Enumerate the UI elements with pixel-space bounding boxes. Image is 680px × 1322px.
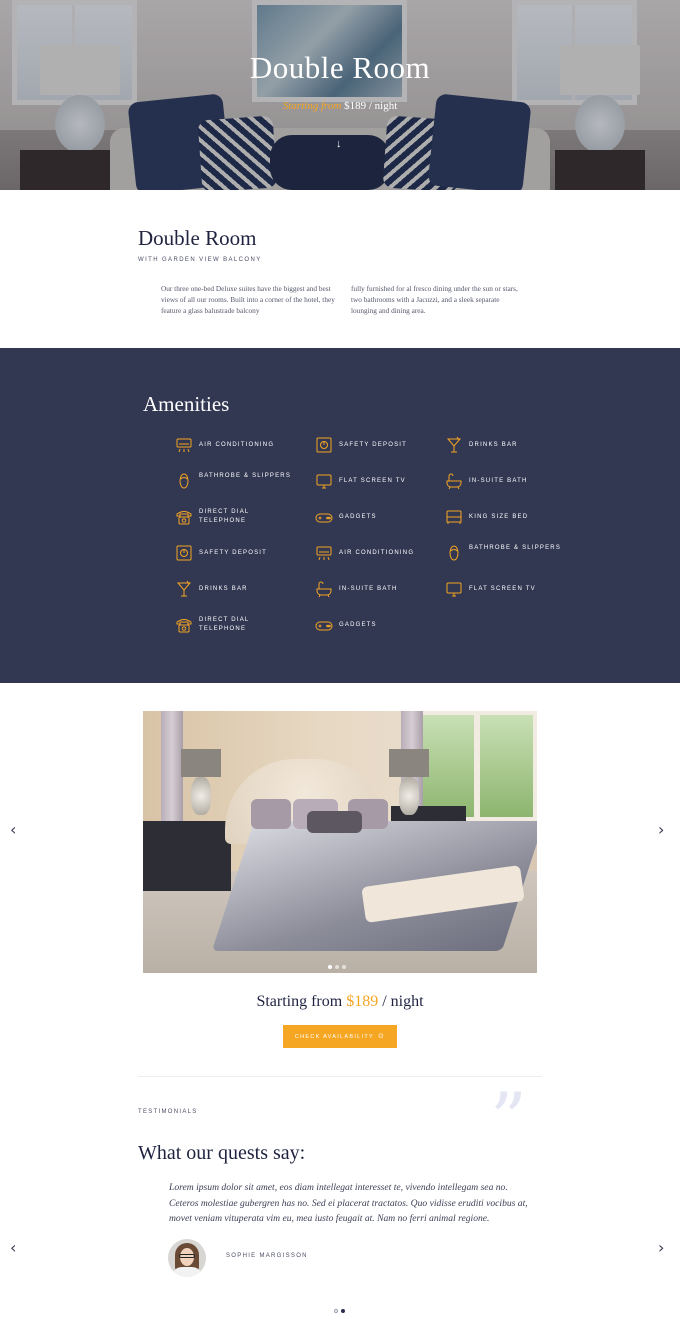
amenity-label: DIRECT DIAL TELEPHONE bbox=[199, 617, 250, 632]
dresser-image bbox=[143, 821, 231, 891]
amenity-item: DRINKS BAR bbox=[175, 580, 305, 604]
hero-price: $189 / night bbox=[344, 100, 398, 112]
hero-subtitle-prefix: Starting from bbox=[282, 100, 345, 112]
amenity-label: BATHROBE & SLIPPERS bbox=[199, 473, 292, 479]
chevron-right-icon[interactable]: › bbox=[658, 1240, 664, 1256]
cocktail-icon bbox=[176, 580, 192, 597]
amenity-item: AIR CONDITIONING bbox=[315, 544, 445, 568]
amenity-item: KING SIZE BED bbox=[445, 508, 575, 532]
testimonial-dot[interactable] bbox=[341, 1309, 345, 1313]
tv-icon bbox=[316, 474, 332, 489]
amenity-label: IN-SUITE BATH bbox=[339, 586, 398, 592]
room-description-col-1: Our three one-bed Deluxe suites have the… bbox=[161, 284, 335, 315]
hero-banner: Double Room Starting from $189 / night ↓ bbox=[0, 0, 680, 190]
testimonial-author: SOPHIE MARGISSON bbox=[226, 1253, 308, 1259]
avatar bbox=[168, 1239, 206, 1277]
amenity-label: AIR CONDITIONING bbox=[339, 550, 415, 556]
testimonials-label: TESTIMONIALS bbox=[138, 1109, 198, 1115]
amenity-label: AIR CONDITIONING bbox=[199, 442, 275, 448]
price-prefix: Starting from bbox=[256, 993, 347, 1010]
chevron-left-icon[interactable]: ‹ bbox=[10, 822, 16, 838]
chevron-left-icon[interactable]: ‹ bbox=[10, 1240, 16, 1256]
slippers-icon bbox=[179, 473, 189, 489]
gamepad-icon bbox=[315, 621, 333, 631]
room-gallery-slide bbox=[143, 711, 537, 973]
telephone-icon bbox=[176, 511, 192, 525]
amenity-item: DRINKS BAR bbox=[445, 436, 575, 460]
amenity-item: AIR CONDITIONING bbox=[175, 436, 305, 460]
divider bbox=[138, 1076, 542, 1077]
arrow-down-icon[interactable]: ↓ bbox=[336, 138, 342, 150]
amenity-item: FLAT SCREEN TV bbox=[315, 472, 445, 496]
amenity-item: DIRECT DIAL TELEPHONE bbox=[175, 508, 305, 532]
amenity-label: FLAT SCREEN TV bbox=[339, 478, 406, 484]
check-availability-label: CHECK AVAILABILITY bbox=[294, 1034, 374, 1040]
amenity-item: FLAT SCREEN TV bbox=[445, 580, 575, 604]
air-conditioning-icon bbox=[176, 438, 192, 453]
amenity-item: BATHROBE & SLIPPERS bbox=[445, 544, 575, 568]
cocktail-icon bbox=[446, 436, 462, 453]
amenity-item: BATHROBE & SLIPPERS bbox=[175, 472, 305, 496]
room-description-col-2: fully furnished for al fresco dining und… bbox=[351, 284, 518, 315]
gallery-dot[interactable] bbox=[342, 965, 346, 969]
testimonial-text: Lorem ipsum dolor sit amet, eos diam int… bbox=[169, 1182, 528, 1224]
amenity-item: GADGETS bbox=[315, 616, 445, 640]
safe-icon bbox=[176, 545, 192, 561]
price-line: Starting from $189 / night bbox=[0, 993, 680, 1011]
gamepad-icon bbox=[315, 513, 333, 523]
testimonial-dots bbox=[334, 1300, 348, 1318]
amenity-item: GADGETS bbox=[315, 508, 445, 532]
air-conditioning-icon bbox=[316, 546, 332, 561]
telephone-icon bbox=[176, 619, 192, 633]
bathtub-icon bbox=[316, 581, 332, 598]
gallery-dot[interactable] bbox=[335, 965, 339, 969]
window-image bbox=[415, 711, 537, 821]
chevron-right-icon[interactable]: › bbox=[658, 822, 664, 838]
amenity-label: IN-SUITE BATH bbox=[469, 478, 528, 484]
testimonial-dot[interactable] bbox=[334, 1309, 338, 1313]
amenity-label: KING SIZE BED bbox=[469, 514, 529, 520]
price-suffix: / night bbox=[378, 993, 424, 1010]
amenities-section: Amenities AIR CONDITIONING SAFETY DEPOSIT… bbox=[0, 348, 680, 683]
bathtub-icon bbox=[446, 473, 462, 490]
amenity-item: SAFETY DEPOSIT bbox=[175, 544, 305, 568]
tv-icon bbox=[446, 582, 462, 597]
amenity-label: DRINKS BAR bbox=[199, 586, 248, 592]
price-amount: $189 bbox=[346, 993, 379, 1010]
hero-title: Double Room bbox=[249, 50, 431, 85]
amenity-item: DIRECT DIAL TELEPHONE bbox=[175, 616, 305, 640]
amenity-label: GADGETS bbox=[339, 622, 377, 628]
amenity-label: SAFETY DEPOSIT bbox=[339, 442, 408, 448]
amenity-label: DIRECT DIAL TELEPHONE bbox=[199, 509, 250, 524]
amenity-item: SAFETY DEPOSIT bbox=[315, 436, 445, 460]
quote-icon: ” bbox=[490, 1077, 527, 1161]
hero-subtitle: Starting from $189 / night bbox=[0, 100, 680, 112]
gallery-dot[interactable] bbox=[328, 965, 332, 969]
amenity-label: BATHROBE & SLIPPERS bbox=[469, 545, 562, 551]
amenity-label: FLAT SCREEN TV bbox=[469, 586, 536, 592]
check-availability-button[interactable]: CHECK AVAILABILITY ⊙ bbox=[283, 1025, 397, 1048]
amenity-item: IN-SUITE BATH bbox=[445, 472, 575, 496]
safe-icon bbox=[316, 437, 332, 453]
room-subtitle: WITH GARDEN VIEW BALCONY bbox=[138, 257, 262, 263]
slippers-icon bbox=[449, 545, 459, 561]
room-title: Double Room bbox=[138, 226, 257, 250]
amenity-item: IN-SUITE BATH bbox=[315, 580, 445, 604]
arrow-circle-icon: ⊙ bbox=[377, 1033, 386, 1040]
bed-icon bbox=[446, 510, 462, 524]
gallery-dots bbox=[328, 956, 349, 973]
amenities-title: Amenities bbox=[143, 392, 230, 416]
amenity-label: DRINKS BAR bbox=[469, 442, 518, 448]
amenity-label: SAFETY DEPOSIT bbox=[199, 550, 268, 556]
testimonials-title: What our quests say: bbox=[138, 1142, 306, 1164]
amenity-label: GADGETS bbox=[339, 514, 377, 520]
